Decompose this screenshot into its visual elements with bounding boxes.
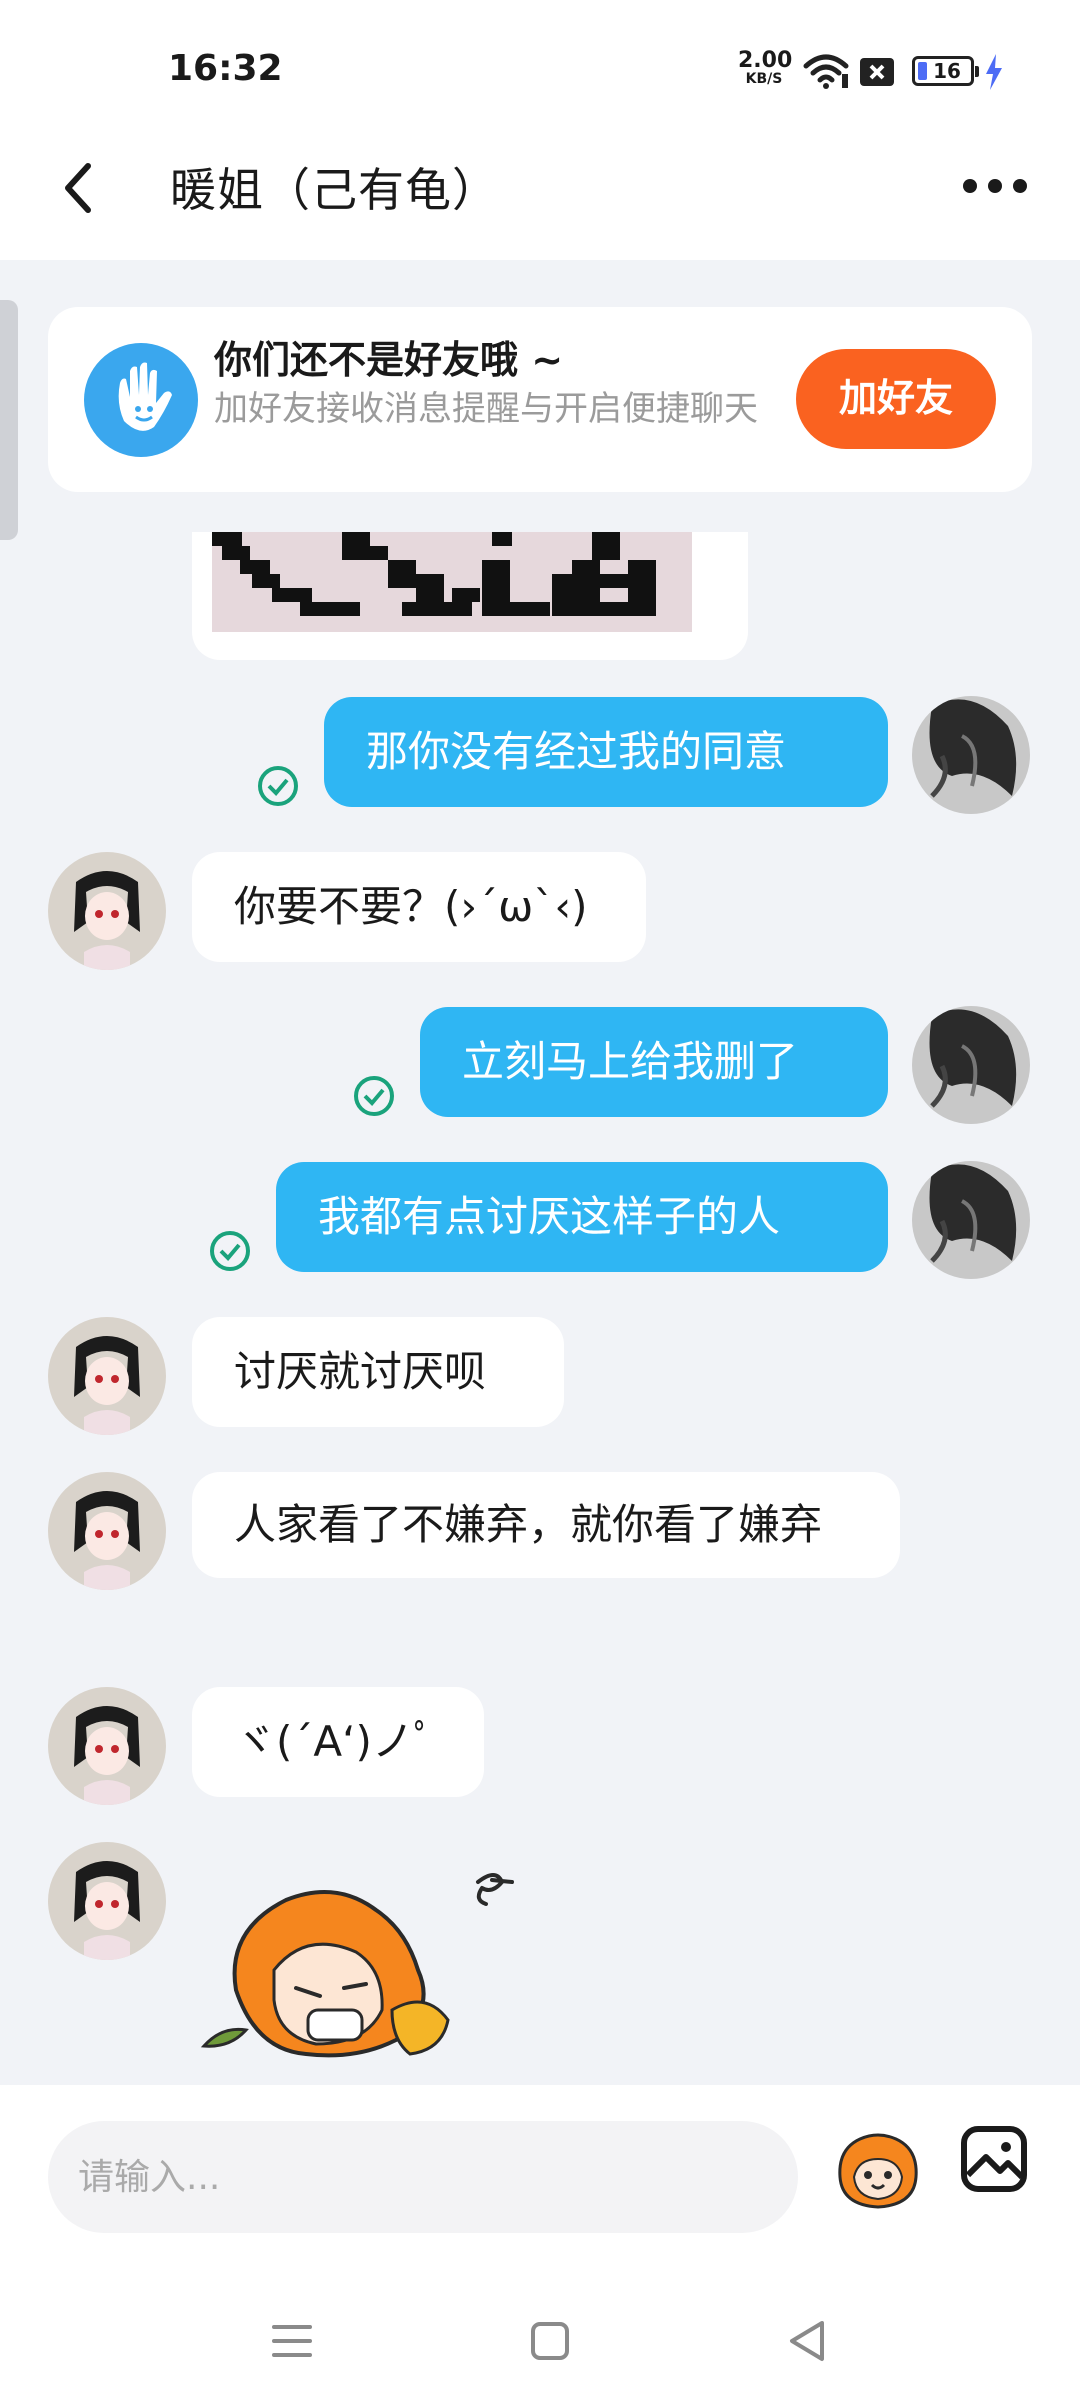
message-bubble-received[interactable]: 你要不要？(›´ω`‹) [192, 852, 646, 962]
charging-icon [986, 54, 1002, 90]
chat-title: 暖姐（己有龟） [170, 163, 499, 217]
network-speed: 2.00 KB/S [738, 48, 793, 88]
battery-level: 16 [933, 59, 961, 83]
scrollbar[interactable] [0, 300, 18, 540]
hand-wave-icon [84, 343, 198, 457]
read-check-icon [258, 766, 298, 806]
add-friend-button[interactable]: 加好友 [796, 349, 996, 449]
emoji-icon[interactable] [830, 2119, 926, 2215]
read-check-icon [354, 1076, 394, 1116]
wifi-icon [803, 54, 849, 89]
message-input[interactable] [48, 2121, 798, 2233]
back-nav-icon[interactable] [778, 2311, 838, 2371]
status-time: 16:32 [168, 48, 283, 89]
message-bubble-sent[interactable]: 那你没有经过我的同意 [324, 697, 888, 807]
input-bar [0, 2085, 1080, 2285]
image-icon[interactable] [958, 2123, 1030, 2195]
friend-avatar[interactable] [48, 1472, 166, 1590]
network-speed-value: 2.00 [738, 48, 793, 73]
read-check-icon [210, 1231, 250, 1271]
card-title: 你们还不是好友哦 ~ [214, 338, 564, 382]
message-bubble-received[interactable]: ヾ(´A‘)ノﾟ [192, 1687, 484, 1797]
friend-avatar[interactable] [48, 1687, 166, 1805]
chat-header: 暖姐（己有龟） [0, 130, 1080, 260]
pixelated-image[interactable] [192, 532, 748, 660]
no-sim-icon [860, 58, 894, 86]
menu-icon[interactable] [262, 2311, 322, 2371]
battery-indicator: 16 [912, 56, 979, 86]
system-nav-bar [0, 2285, 1080, 2400]
message-bubble-received[interactable]: 人家看了不嫌弃，就你看了嫌弃 [192, 1472, 900, 1578]
add-friend-card: 你们还不是好友哦 ~ 加好友接收消息提醒与开启便捷聊天 加好友 [48, 307, 1032, 492]
message-bubble-sent[interactable]: 我都有点讨厌这样子的人 [276, 1162, 888, 1272]
message-bubble-sent[interactable]: 立刻马上给我删了 [420, 1007, 888, 1117]
back-icon[interactable] [54, 158, 114, 218]
more-dots-icon[interactable] [960, 166, 1030, 206]
message-bubble-received[interactable]: 讨厌就讨厌呗 [192, 1317, 564, 1427]
sticker-image[interactable] [196, 1860, 536, 2060]
home-icon[interactable] [520, 2311, 580, 2371]
my-avatar[interactable] [912, 696, 1030, 814]
network-speed-unit: KB/S [745, 71, 783, 87]
status-bar: 16:32 2.00 KB/S 16 [0, 0, 1080, 130]
friend-avatar[interactable] [48, 1317, 166, 1435]
friend-avatar[interactable] [48, 852, 166, 970]
card-subtitle: 加好友接收消息提醒与开启便捷聊天 [214, 389, 758, 429]
my-avatar[interactable] [912, 1006, 1030, 1124]
friend-avatar[interactable] [48, 1842, 166, 1960]
my-avatar[interactable] [912, 1161, 1030, 1279]
